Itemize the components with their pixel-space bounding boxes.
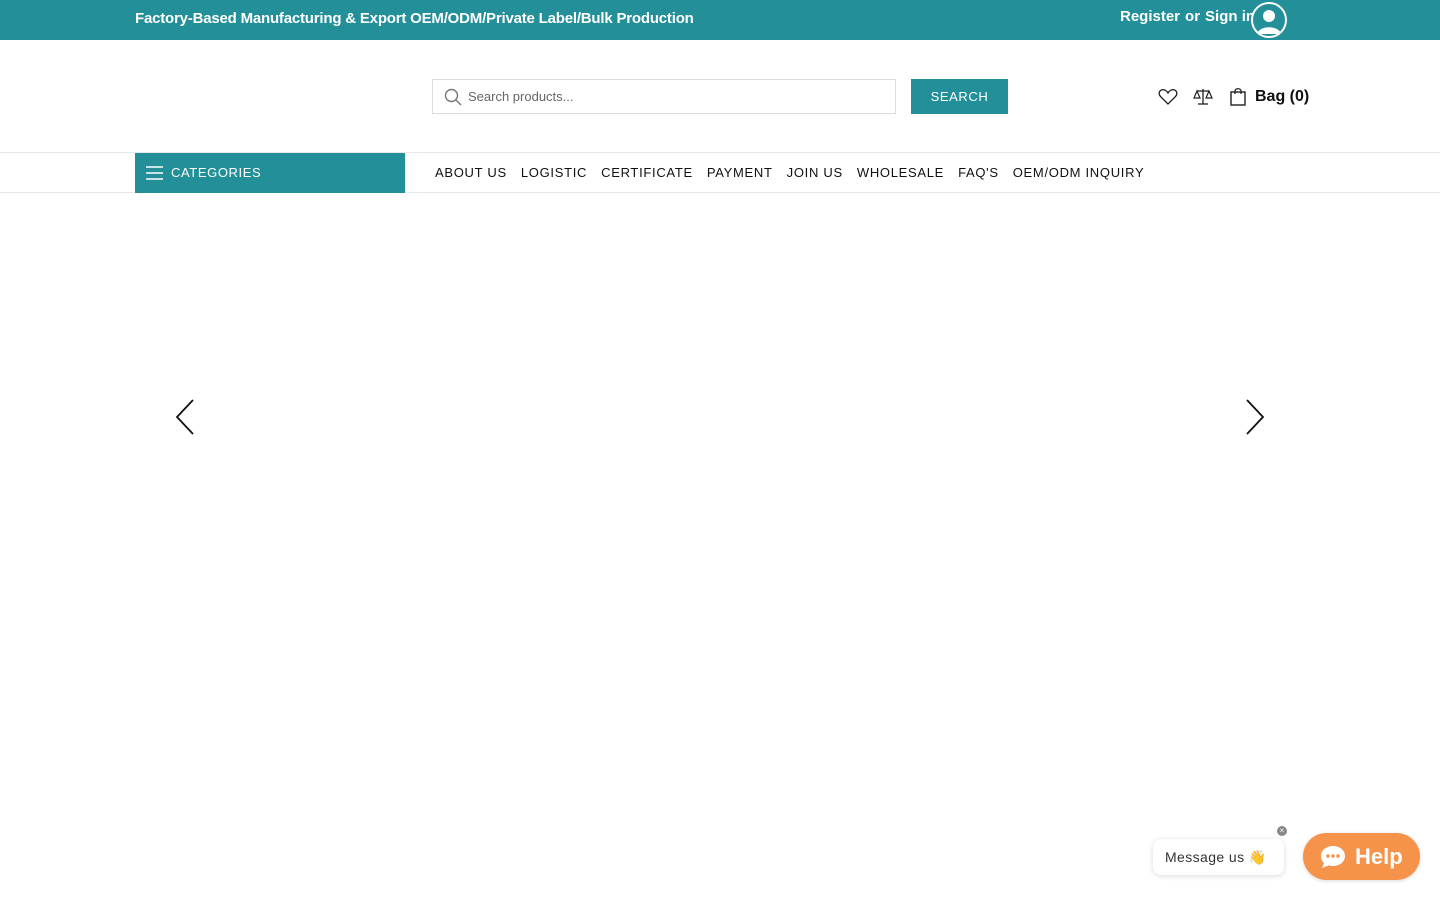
nav-link-certificate[interactable]: CERTIFICATE: [601, 165, 693, 180]
categories-button[interactable]: CATEGORIES: [135, 153, 405, 193]
or-text: or: [1185, 8, 1201, 25]
nav-link-about-us[interactable]: ABOUT US: [435, 165, 507, 180]
top-bar: Factory-Based Manufacturing & Export OEM…: [0, 0, 1440, 40]
nav-link-wholesale[interactable]: WHOLESALE: [857, 165, 944, 180]
help-button[interactable]: Help: [1303, 833, 1420, 880]
nav-links: ABOUT US LOGISTIC CERTIFICATE PAYMENT JO…: [435, 165, 1144, 180]
shopping-bag-icon[interactable]: [1227, 86, 1249, 108]
scale-icon[interactable]: [1192, 86, 1214, 108]
slider-prev-arrow-icon[interactable]: [174, 398, 196, 436]
search-box: [432, 79, 896, 114]
account-links: Register or Sign in: [1120, 8, 1255, 25]
nav-link-join-us[interactable]: JOIN US: [787, 165, 843, 180]
user-avatar-icon[interactable]: [1251, 2, 1287, 38]
search-icon: [444, 88, 462, 106]
nav-link-payment[interactable]: PAYMENT: [707, 165, 773, 180]
register-link[interactable]: Register: [1120, 8, 1180, 25]
search-input[interactable]: [468, 80, 888, 113]
message-us-bubble[interactable]: Message us 👋: [1153, 839, 1284, 875]
nav-link-logistic[interactable]: LOGISTIC: [521, 165, 587, 180]
slider-next-arrow-icon[interactable]: [1244, 398, 1266, 436]
nav-link-oem-odm-inquiry[interactable]: OEM/ODM INQUIRY: [1013, 165, 1145, 180]
chat-icon: [1321, 846, 1345, 868]
search-button[interactable]: SEARCH: [911, 79, 1008, 114]
categories-label: CATEGORIES: [171, 165, 262, 180]
chat-close-icon[interactable]: ×: [1277, 826, 1287, 836]
nav-link-faqs[interactable]: FAQ'S: [958, 165, 999, 180]
heart-icon[interactable]: [1157, 86, 1179, 108]
topbar-tagline: Factory-Based Manufacturing & Export OEM…: [135, 10, 694, 27]
bag-label[interactable]: Bag (0): [1255, 88, 1309, 106]
hamburger-menu-icon: [146, 166, 163, 180]
message-us-text: Message us 👋: [1165, 849, 1267, 865]
help-label: Help: [1355, 844, 1403, 869]
signin-link[interactable]: Sign in: [1205, 8, 1255, 25]
